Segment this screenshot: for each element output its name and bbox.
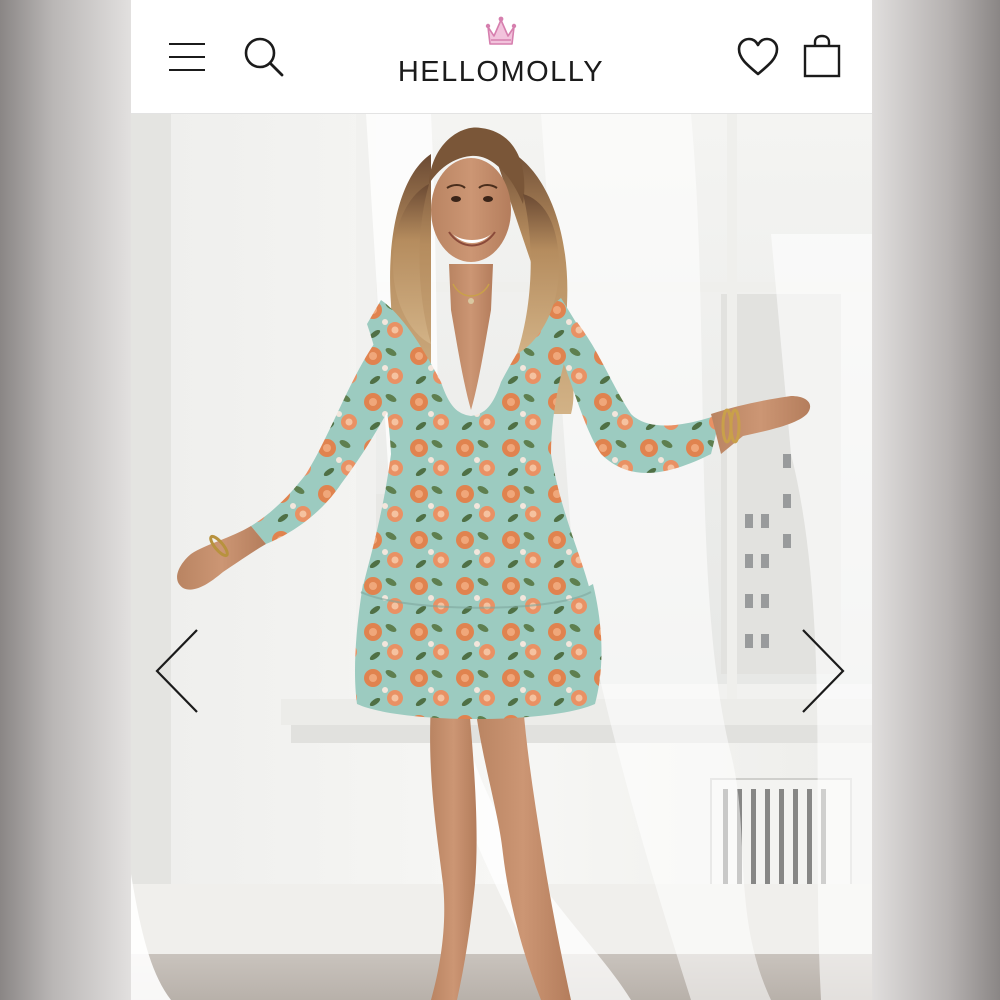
chevron-right-icon[interactable] xyxy=(793,626,849,716)
product-photo xyxy=(131,114,872,1000)
mobile-screen: HELLOMOLLY xyxy=(131,0,872,1000)
brand-name: HELLOMOLLY xyxy=(397,56,605,88)
hamburger-menu-icon[interactable] xyxy=(169,40,205,74)
search-icon[interactable] xyxy=(243,36,285,78)
left-backdrop xyxy=(0,0,131,1000)
product-photo-illustration xyxy=(131,114,872,1000)
site-header: HELLOMOLLY xyxy=(131,0,872,114)
crown-icon xyxy=(485,16,517,45)
right-backdrop xyxy=(872,0,1000,1000)
brand-logo[interactable]: HELLOMOLLY xyxy=(386,14,616,88)
heart-icon[interactable] xyxy=(736,36,780,78)
shopping-bag-icon[interactable] xyxy=(803,34,841,78)
chevron-left-icon[interactable] xyxy=(151,626,207,716)
